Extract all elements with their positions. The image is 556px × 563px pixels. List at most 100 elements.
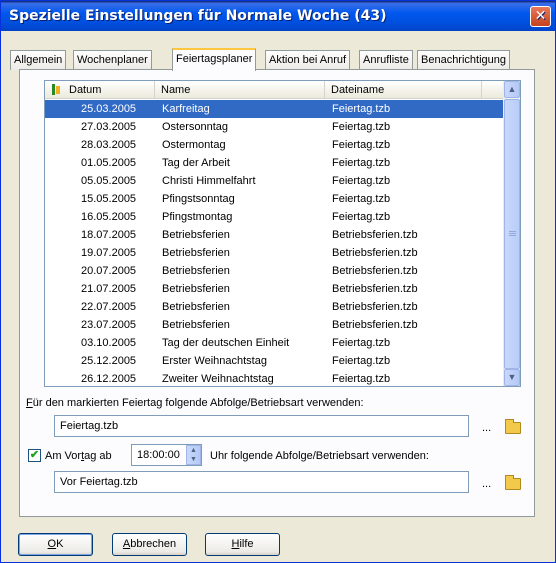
tab-panel-feiertagsplaner: Datum Name Dateiname 25.03.2005 Karfreita… — [19, 69, 535, 517]
title-bar[interactable]: Spezielle Einstellungen für Normale Woch… — [1, 1, 555, 31]
table-row[interactable]: 21.07.2005 Betriebsferien Betriebsferien.t… — [45, 280, 504, 298]
cell-name: Zweiter Weihnachtstag — [162, 373, 274, 385]
spin-up-icon[interactable]: ▲ — [190, 447, 197, 454]
table-row[interactable]: 19.07.2005 Betriebsferien Betriebsferien.t… — [45, 244, 504, 262]
holiday-sequence-label: Für den markierten Feiertag folgende Abf… — [26, 397, 364, 409]
cell-name: Christi Himmelfahrt — [162, 175, 256, 187]
cell-name: Pfingstmontag — [162, 211, 233, 223]
tab-aktion-bei-anruf[interactable]: Aktion bei Anruf — [265, 50, 351, 70]
cell-date: 18.07.2005 — [81, 229, 137, 241]
cell-filename: Feiertag.tzb — [332, 103, 391, 115]
table-row[interactable]: 15.05.2005 Pfingstsonntag Feiertag.tzb — [45, 190, 504, 208]
cell-filename: Betriebsferien.tzb — [332, 265, 418, 277]
cell-date: 21.07.2005 — [81, 283, 137, 295]
cell-name: Tag der deutschen Einheit — [162, 337, 290, 349]
help-button[interactable]: Hilfe — [205, 533, 280, 556]
folder-icon[interactable] — [505, 419, 521, 434]
cell-date: 01.05.2005 — [81, 157, 137, 169]
close-button[interactable]: ✕ — [530, 6, 551, 27]
cell-filename: Feiertag.tzb — [332, 373, 391, 385]
grip-icon — [509, 235, 516, 236]
close-icon: ✕ — [534, 8, 547, 24]
dialog-window: Spezielle Einstellungen für Normale Woch… — [0, 0, 556, 563]
cell-filename: Betriebsferien.tzb — [332, 319, 418, 331]
table-row[interactable]: 20.07.2005 Betriebsferien Betriebsferien.t… — [45, 262, 504, 280]
cell-name: Ostersonntag — [162, 121, 229, 133]
cell-name: Betriebsferien — [162, 319, 230, 331]
cell-date: 27.03.2005 — [81, 121, 137, 133]
folder-icon[interactable] — [505, 475, 521, 490]
cell-name: Betriebsferien — [162, 247, 230, 259]
cell-name: Tag der Arbeit — [162, 157, 230, 169]
scroll-thumb[interactable] — [504, 99, 520, 369]
cell-date: 15.05.2005 — [81, 193, 137, 205]
tab-benachrichtigung[interactable]: Benachrichtigung — [417, 50, 511, 70]
cell-name: Betriebsferien — [162, 283, 230, 295]
cell-filename: Betriebsferien.tzb — [332, 301, 418, 313]
cell-name: Betriebsferien — [162, 301, 230, 313]
cell-name: Erster Weihnachtstag — [162, 355, 267, 367]
chevron-down-icon: ▼ — [507, 372, 517, 382]
table-row[interactable]: 28.03.2005 Ostermontag Feiertag.tzb — [45, 136, 504, 154]
list-scrollbar[interactable]: ▲ ▼ — [503, 81, 520, 386]
cell-filename: Feiertag.tzb — [332, 211, 391, 223]
cell-date: 26.12.2005 — [81, 373, 137, 385]
cell-date: 19.07.2005 — [81, 247, 137, 259]
cell-filename: Feiertag.tzb — [332, 193, 391, 205]
holiday-list[interactable]: Datum Name Dateiname 25.03.2005 Karfreita… — [44, 80, 521, 387]
cell-filename: Betriebsferien.tzb — [332, 229, 418, 241]
cell-name: Ostermontag — [162, 139, 226, 151]
cell-name: Betriebsferien — [162, 265, 230, 277]
table-row[interactable]: 05.05.2005 Christi Himmelfahrt Feiertag.tz… — [45, 172, 504, 190]
holiday-browse-dots[interactable]: ... — [482, 422, 491, 434]
spin-down-icon[interactable]: ▼ — [190, 456, 197, 463]
chevron-up-icon: ▲ — [507, 84, 517, 94]
cell-date: 22.07.2005 — [81, 301, 137, 313]
cell-date: 28.03.2005 — [81, 139, 137, 151]
list-rows: 25.03.2005 Karfreitag Feiertag.tzb 27.03.20… — [45, 100, 504, 388]
table-row[interactable]: 22.07.2005 Betriebsferien Betriebsferien.t… — [45, 298, 504, 316]
cell-name: Betriebsferien — [162, 229, 230, 241]
eve-label: Am Vortag ab — [45, 450, 112, 462]
sort-icon — [51, 84, 61, 95]
checkmark-icon: ✔ — [29, 449, 40, 461]
cell-filename: Feiertag.tzb — [332, 355, 391, 367]
eve-sequence-field[interactable]: Vor Feiertag.tzb — [54, 471, 469, 493]
tab-allgemein[interactable]: Allgemein — [10, 50, 67, 70]
tab-feiertagsplaner[interactable]: Feiertagsplaner — [172, 48, 257, 71]
tab-wochenplaner[interactable]: Wochenplaner — [73, 50, 152, 70]
table-row[interactable]: 25.12.2005 Erster Weihnachtstag Feiertag.t… — [45, 352, 504, 370]
cell-filename: Feiertag.tzb — [332, 157, 391, 169]
table-row[interactable]: 16.05.2005 Pfingstmontag Feiertag.tzb — [45, 208, 504, 226]
eve-browse-dots[interactable]: ... — [482, 478, 491, 490]
table-row[interactable]: 03.10.2005 Tag der deutschen Einheit Feier… — [45, 334, 504, 352]
scroll-down-button[interactable]: ▼ — [504, 369, 520, 386]
table-row[interactable]: 27.03.2005 Ostersonntag Feiertag.tzb — [45, 118, 504, 136]
ok-button[interactable]: OK — [18, 533, 93, 556]
scroll-up-button[interactable]: ▲ — [504, 81, 520, 98]
table-row[interactable]: 26.12.2005 Zweiter Weihnachtstag Feiertag.… — [45, 370, 504, 388]
grip-icon — [509, 231, 516, 232]
column-header-dateiname[interactable]: Dateiname — [325, 81, 482, 99]
table-row[interactable]: 25.03.2005 Karfreitag Feiertag.tzb — [45, 100, 504, 118]
cell-date: 23.07.2005 — [81, 319, 137, 331]
table-row[interactable]: 18.07.2005 Betriebsferien Betriebsferien.t… — [45, 226, 504, 244]
holiday-sequence-field[interactable]: Feiertag.tzb — [54, 415, 469, 437]
cell-name: Karfreitag — [162, 103, 210, 115]
column-header-datum[interactable]: Datum — [45, 81, 155, 99]
table-row[interactable]: 01.05.2005 Tag der Arbeit Feiertag.tzb — [45, 154, 504, 172]
cell-filename: Betriebsferien.tzb — [332, 283, 418, 295]
cell-date: 05.05.2005 — [81, 175, 137, 187]
tab-anrufliste[interactable]: Anrufliste — [359, 50, 413, 70]
list-header: Datum Name Dateiname — [45, 81, 504, 99]
column-header-empty — [482, 81, 504, 99]
time-spinner[interactable]: ▲ ▼ — [186, 445, 201, 465]
cell-date: 25.12.2005 — [81, 355, 137, 367]
cell-filename: Feiertag.tzb — [332, 175, 391, 187]
grip-icon — [509, 233, 516, 234]
table-row[interactable]: 23.07.2005 Betriebsferien Betriebsferien.t… — [45, 316, 504, 334]
cancel-button[interactable]: Abbrechen — [112, 533, 187, 556]
cell-date: 20.07.2005 — [81, 265, 137, 277]
column-header-name[interactable]: Name — [155, 81, 325, 99]
eve-checkbox[interactable]: ✔ — [28, 449, 41, 462]
